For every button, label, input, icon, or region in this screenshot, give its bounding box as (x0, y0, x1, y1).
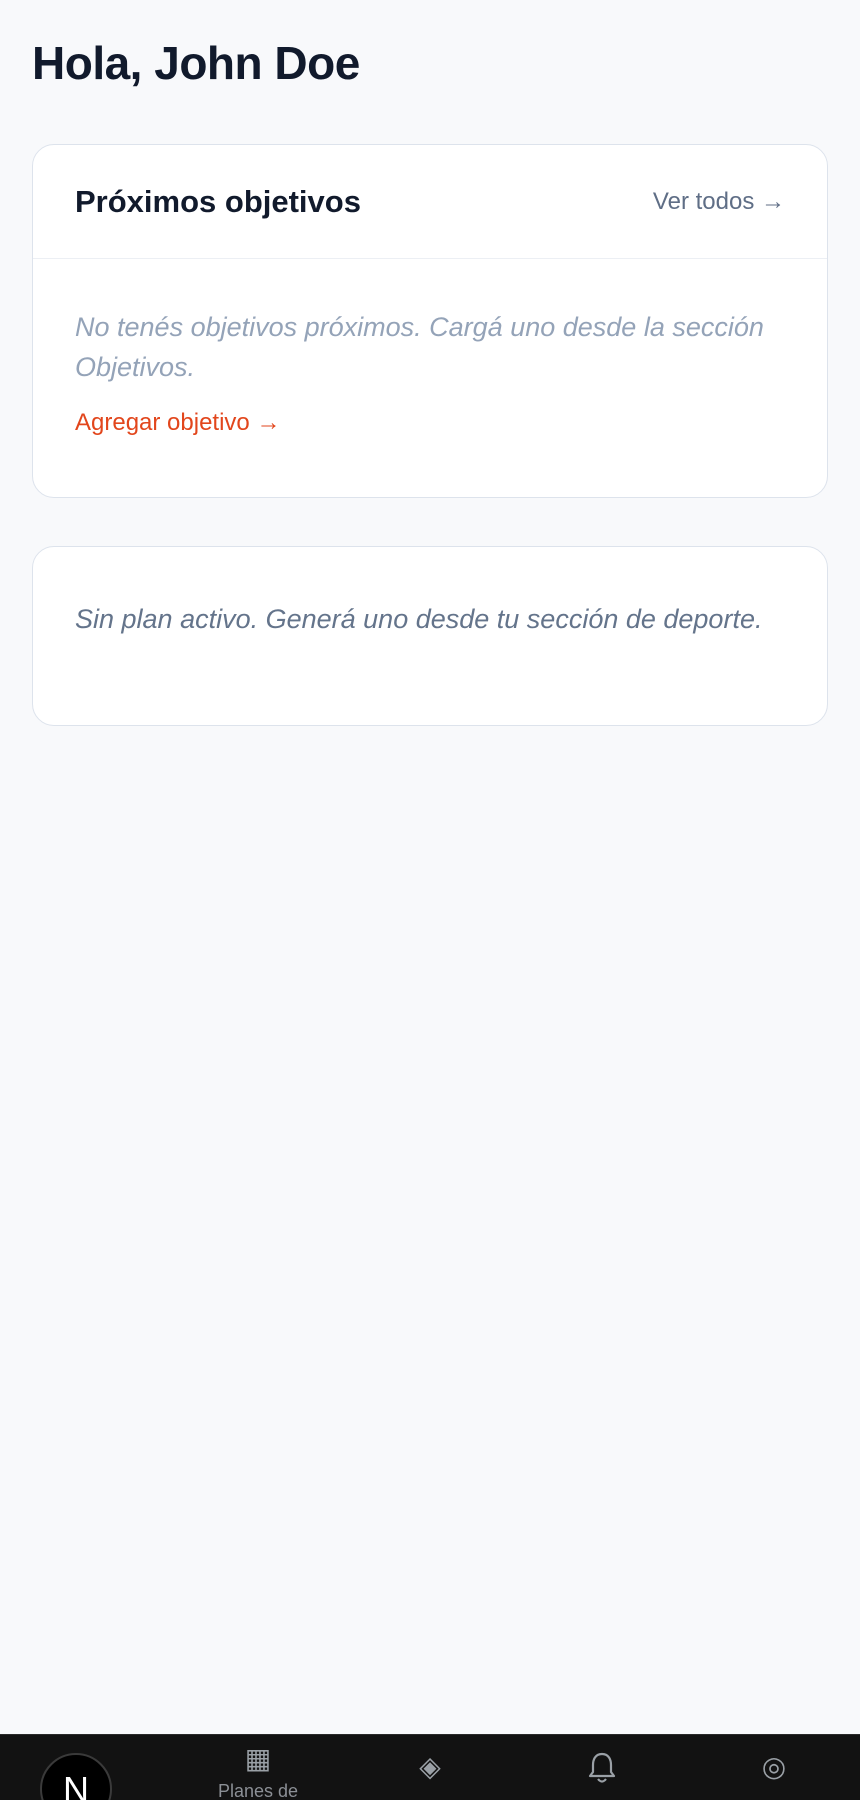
nav-item-plans[interactable]: ▦ Planes de (198, 1743, 318, 1800)
upcoming-goals-card: Próximos objetivos Ver todos → No tenés … (32, 144, 828, 498)
bell-icon (542, 1751, 662, 1783)
upcoming-goals-title: Próximos objetivos (75, 183, 361, 219)
bottom-nav: N ▦ Planes de ◈ ◎ (0, 1734, 860, 1800)
nextjs-avatar[interactable]: N (40, 1753, 112, 1800)
no-goals-message: No tenés objetivos próximos. Cargá uno d… (75, 312, 764, 382)
active-plan-card: Sin plan activo. Generá uno desde tu sec… (32, 546, 828, 726)
see-all-goals-link[interactable]: Ver todos → (653, 188, 785, 216)
nav-item-plans-label: Planes de (217, 1781, 299, 1800)
no-plan-message: Sin plan activo. Generá uno desde tu sec… (75, 604, 763, 634)
nav-item-notifications[interactable] (542, 1751, 662, 1783)
nav-item-profile[interactable]: ◎ (714, 1751, 834, 1783)
page-title: Hola, John Doe (32, 37, 360, 89)
upcoming-goals-header: Próximos objetivos Ver todos → (33, 145, 827, 259)
app-page: Hola, John Doe Próximos objetivos Ver to… (0, 0, 860, 1800)
diamond-icon: ◈ (419, 1751, 441, 1782)
add-goal-link[interactable]: Agregar objetivo → (75, 409, 785, 437)
avatar-letter: N (63, 1769, 89, 1800)
circle-target-icon: ◎ (761, 1751, 787, 1782)
upcoming-goals-body: No tenés objetivos próximos. Cargá uno d… (33, 259, 827, 437)
calendar-grid-icon: ▦ (244, 1743, 272, 1774)
nav-item-diamond[interactable]: ◈ (370, 1751, 490, 1783)
